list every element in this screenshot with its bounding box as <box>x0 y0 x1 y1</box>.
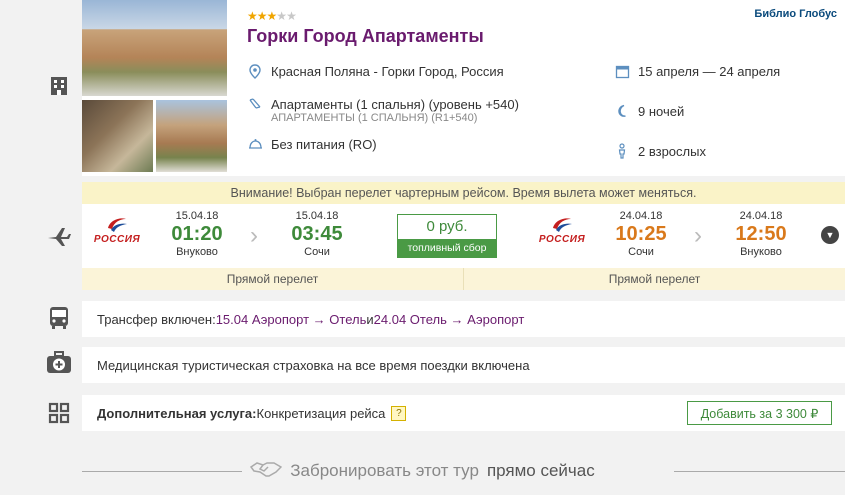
bed-icon <box>247 96 263 112</box>
location-text: Красная Поляна - Горки Город, Россия <box>271 63 504 79</box>
grid-icon <box>44 398 74 428</box>
guests-text: 2 взрослых <box>638 143 706 159</box>
hotel-icon <box>44 70 74 100</box>
arrival-time: 03:45 <box>291 223 343 245</box>
inbound-arrival: 24.04.18 12:50 Внуково <box>726 210 796 258</box>
dates-text: 15 апреля — 24 апреля <box>638 63 781 79</box>
departure-date: 24.04.18 <box>619 210 663 222</box>
airline-logo-inbound: РОССИЯ <box>532 216 592 245</box>
calendar-icon <box>614 63 630 79</box>
hotel-location: Красная Поляна - Горки Город, Россия <box>247 63 504 79</box>
handshake-icon <box>250 459 283 484</box>
hotel-stars: ★★★★★ <box>247 9 297 23</box>
star-empty-icon: ★ <box>276 9 287 23</box>
nights-text: 9 ночей <box>638 103 685 119</box>
book-cta-emphasis: прямо сейчас <box>486 461 595 480</box>
flight-card: РОССИЯ 15.04.18 01:20 Внуково › 15.04.18… <box>82 204 845 268</box>
inbound-departure: 24.04.18 10:25 Сочи <box>606 210 676 258</box>
hotel-photo-main[interactable] <box>82 0 227 96</box>
arrival-time: 12:50 <box>735 223 787 245</box>
hotel-photo-thumb[interactable] <box>82 100 153 172</box>
airline-name: РОССИЯ <box>538 234 586 245</box>
star-filled-icon: ★ <box>247 9 258 23</box>
outbound-departure: 15.04.18 01:20 Внуково <box>162 210 232 258</box>
chevron-down-icon[interactable]: ▼ <box>821 226 839 244</box>
arrival-date: 15.04.18 <box>295 210 339 222</box>
departure-time: 10:25 <box>615 223 667 245</box>
add-service-button[interactable]: Добавить за 3 300 ₽ <box>687 401 832 425</box>
room-text: Апартаменты (1 спальня) (уровень +540) <box>271 96 519 112</box>
book-cta-text: Забронировать этот тур <box>290 461 479 480</box>
star-filled-icon: ★ <box>266 9 278 23</box>
charter-notice: Внимание! Выбран перелет чартерным рейсо… <box>82 182 845 204</box>
fuel-fee: 0 руб. топливный сбор <box>397 214 497 258</box>
divider <box>82 471 255 472</box>
help-icon[interactable]: ? <box>391 405 407 421</box>
meal-text: Без питания (RO) <box>271 136 377 152</box>
airline-emblem <box>551 216 573 234</box>
extra-service-row: Дополнительная услуга: Конкретизация рей… <box>82 395 845 431</box>
hotel-meal: Без питания (RO) <box>247 136 377 152</box>
hotel-name[interactable]: Горки Город Апартаменты <box>247 26 484 47</box>
moon-icon <box>614 103 630 119</box>
airline-name: РОССИЯ <box>93 234 141 245</box>
star-filled-icon: ★ <box>256 9 268 23</box>
airline-emblem <box>106 216 128 234</box>
person-icon <box>614 143 630 159</box>
outbound-arrival: 15.04.18 03:45 Сочи <box>282 210 352 258</box>
hotel-room: Апартаменты (1 спальня) (уровень +540) <box>247 96 519 112</box>
hotel-card: ★★★★★ Библио Глобус Горки Город Апартаме… <box>82 0 845 176</box>
fuel-fee-amount: 0 руб. <box>426 218 468 235</box>
hotel-photo-thumb[interactable] <box>156 100 227 172</box>
plane-icon <box>44 222 74 252</box>
meal-icon <box>247 136 263 152</box>
map-pin-icon <box>247 63 263 79</box>
outbound-flight-type: Прямой перелет <box>226 272 319 286</box>
transfer-leg-inbound[interactable]: 24.04 Отель → Аэропорт <box>374 312 525 327</box>
extra-service-value: Конкретизация рейса <box>256 405 386 421</box>
departure-date: 15.04.18 <box>175 210 219 222</box>
tour-nights: 9 ночей <box>614 103 684 119</box>
star-empty-icon: ★ <box>286 9 297 23</box>
insurance-row: Медицинская туристическая страховка на в… <box>82 347 845 383</box>
flight-type-bar: Прямой перелет Прямой перелет <box>82 268 845 290</box>
bus-icon <box>44 303 74 333</box>
tour-guests: 2 взрослых <box>614 143 706 159</box>
room-code: АПАРТАМЕНТЫ (1 СПАЛЬНЯ) (R1+540) <box>271 112 478 124</box>
inbound-flight-type: Прямой перелет <box>463 268 845 290</box>
booking-footer: Забронировать этот тур прямо сейчас <box>0 458 845 484</box>
chevron-right-icon: › <box>250 222 258 249</box>
medkit-icon <box>44 348 74 378</box>
airline-logo-outbound: РОССИЯ <box>87 216 147 245</box>
divider <box>674 471 845 472</box>
arrival-airport: Внуково <box>740 246 782 258</box>
insurance-text: Медицинская туристическая страховка на в… <box>97 357 530 373</box>
tour-operator: Библио Глобус <box>754 8 837 20</box>
arrival-date: 24.04.18 <box>739 210 783 222</box>
transfer-conj: и <box>366 311 374 327</box>
departure-airport: Сочи <box>628 246 654 258</box>
transfer-row: Трансфер включен: 15.04 Аэропорт → Отель… <box>82 301 845 337</box>
departure-time: 01:20 <box>171 223 223 245</box>
departure-airport: Внуково <box>176 246 218 258</box>
tour-dates: 15 апреля — 24 апреля <box>614 63 780 79</box>
arrival-airport: Сочи <box>304 246 330 258</box>
transfer-label: Трансфер включен: <box>97 311 216 327</box>
transfer-leg-outbound[interactable]: 15.04 Аэропорт → Отель <box>216 312 367 327</box>
chevron-right-icon: › <box>694 222 702 249</box>
fuel-fee-label: топливный сбор <box>398 239 496 257</box>
extra-service-label: Дополнительная услуга: <box>97 405 257 421</box>
book-now-link[interactable]: Забронировать этот тур прямо сейчас <box>242 458 603 484</box>
